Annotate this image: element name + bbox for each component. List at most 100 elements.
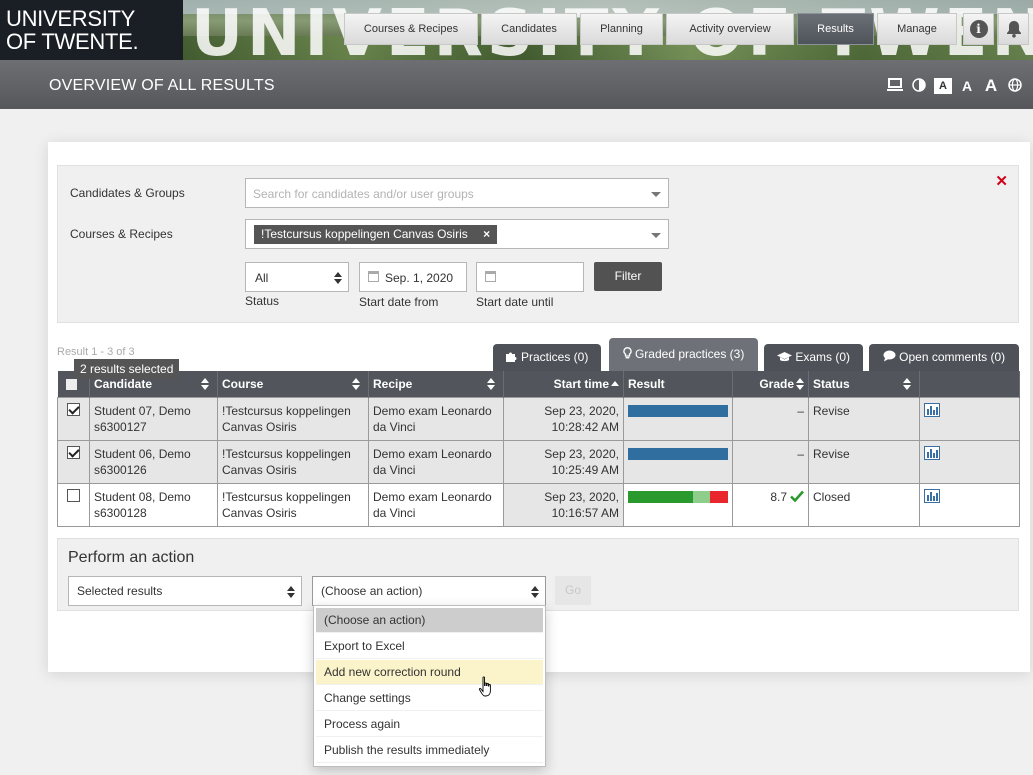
table-row[interactable]: Student 08, Demo s6300128 !Testcursus kop… [57, 482, 1020, 527]
start-date-from-input[interactable]: Sep. 1, 2020 [359, 262, 467, 292]
remove-tag-icon[interactable]: × [483, 227, 490, 241]
actions-cell [919, 439, 1020, 484]
row-checkbox[interactable] [67, 488, 80, 502]
sort-icon [487, 378, 495, 390]
candidates-label: Candidates & Groups [70, 186, 185, 200]
filter-button[interactable]: Filter [594, 262, 662, 291]
laptop-icon[interactable] [886, 78, 904, 94]
bar-chart-icon[interactable] [924, 445, 940, 460]
table-row[interactable]: Student 06, Demo s6300126 !Testcursus kop… [57, 439, 1020, 484]
start-date-until-input[interactable] [476, 262, 584, 292]
tab-practices[interactable]: Practices (0) [493, 344, 601, 371]
result-bar-segment [628, 447, 728, 460]
start-time-cell: Sep 23, 2020, 10:25:49 AM [503, 439, 624, 484]
nav-candidates[interactable]: Candidates [481, 13, 577, 45]
sort-icon [201, 378, 209, 390]
nav-manage[interactable]: Manage [877, 13, 957, 45]
sort-icon [903, 378, 911, 390]
scope-select[interactable]: Selected results [68, 576, 302, 606]
result-bar [628, 447, 728, 460]
courses-select-input[interactable]: !Testcursus koppelingen Canvas Osiris × [245, 219, 669, 249]
hand-cursor-icon [478, 676, 491, 697]
nav-activity-overview[interactable]: Activity overview [666, 13, 794, 45]
puzzle-icon [505, 352, 517, 362]
font-large-icon[interactable]: A [982, 77, 1000, 94]
status-value: All [255, 271, 269, 285]
course-cell: !Testcursus koppelingen Canvas Osiris [217, 396, 369, 441]
bar-chart-icon[interactable] [924, 488, 940, 503]
row-checkbox[interactable] [67, 402, 80, 416]
menu-item[interactable]: Publish the results immediately [316, 738, 543, 763]
grade-value: – [797, 403, 804, 418]
tab-graded-practices[interactable]: Graded practices (3) [609, 338, 758, 371]
menu-item[interactable]: Add new correction round [316, 660, 543, 685]
menu-item[interactable]: Process again [316, 712, 543, 737]
column-start-time-label: Start time [553, 376, 609, 391]
action-select[interactable]: (Choose an action) [312, 576, 546, 606]
result-bar [628, 490, 728, 503]
column-status[interactable]: Status [808, 371, 920, 397]
column-recipe[interactable]: Recipe [368, 371, 504, 397]
candidate-cell: Student 07, Demo s6300127 [89, 396, 218, 441]
results-table: Candidate Course Recipe Start time Resul… [57, 371, 1020, 527]
notifications-button[interactable] [998, 13, 1029, 45]
tab-exams[interactable]: Exams (0) [764, 344, 863, 371]
contrast-icon[interactable] [910, 78, 928, 94]
grade-value: – [797, 446, 804, 461]
column-start-time[interactable]: Start time [503, 371, 624, 397]
start-time: 10:16:57 AM [551, 505, 619, 520]
menu-item[interactable]: Export to Excel [316, 634, 543, 659]
recipe-cell: Demo exam Leonardo da Vinci [368, 396, 504, 441]
result-bar [628, 404, 728, 417]
start-time-cell: Sep 23, 2020, 10:28:42 AM [503, 396, 624, 441]
candidate-cell: Student 08, Demo s6300128 [89, 482, 218, 527]
font-small-icon[interactable]: A [934, 78, 952, 94]
sort-ascending-icon [611, 380, 619, 386]
menu-item[interactable]: (Choose an action) [316, 608, 543, 633]
column-status-label: Status [813, 376, 850, 391]
tab-graded-practices-label: Graded practices (3) [634, 347, 745, 361]
row-checkbox-cell[interactable] [57, 439, 90, 484]
info-button[interactable]: i [963, 13, 994, 45]
nav-courses-recipes[interactable]: Courses & Recipes [344, 13, 478, 45]
close-filter-icon[interactable]: ✕ [995, 172, 1008, 190]
candidates-search-input[interactable]: Search for candidates and/or user groups [245, 178, 669, 208]
status-cell: Revise [808, 439, 920, 484]
tab-open-comments[interactable]: Open comments (0) [869, 344, 1019, 371]
candidate-name: Student 06, Demo [94, 446, 191, 461]
grade-cell: – [732, 396, 809, 441]
action-title: Perform an action [68, 549, 195, 566]
row-checkbox-cell[interactable] [57, 482, 90, 527]
graduation-cap-icon [776, 352, 792, 362]
result-cell [623, 482, 733, 527]
course-tag-label: !Testcursus koppelingen Canvas Osiris [261, 227, 468, 241]
column-grade[interactable]: Grade [732, 371, 809, 397]
menu-item[interactable]: Change settings [316, 686, 543, 711]
bar-chart-icon[interactable] [924, 402, 940, 417]
university-logo[interactable]: UNIVERSITY OF TWENTE. [0, 0, 183, 60]
result-bar-segment [628, 490, 693, 503]
globe-icon[interactable] [1006, 78, 1024, 94]
column-actions [919, 371, 1020, 397]
row-checkbox-cell[interactable] [57, 396, 90, 441]
column-course[interactable]: Course [217, 371, 369, 397]
table-row[interactable]: Student 07, Demo s6300127 !Testcursus kop… [57, 396, 1020, 441]
info-icon: i [969, 20, 988, 38]
nav-results[interactable]: Results [797, 13, 874, 45]
go-button[interactable]: Go [555, 576, 591, 605]
course-tag: !Testcursus koppelingen Canvas Osiris × [254, 225, 498, 244]
column-recipe-label: Recipe [373, 376, 413, 391]
start-time-cell: Sep 23, 2020, 10:16:57 AM [503, 482, 624, 527]
nav-planning[interactable]: Planning [580, 13, 663, 45]
action-dropdown-menu: (Choose an action) Export to Excel Add new… [313, 605, 546, 767]
status-select[interactable]: All [245, 262, 349, 292]
results-panel: ✕ Candidates & Groups Search for candida… [48, 142, 1030, 672]
status-cell: Revise [808, 396, 920, 441]
status-cell: Closed [808, 482, 920, 527]
result-cell [623, 396, 733, 441]
row-checkbox[interactable] [67, 445, 80, 459]
selected-count-tooltip: 2 results selected [74, 359, 180, 379]
start-date-from-label: Start date from [359, 295, 439, 309]
start-date: Sep 23, 2020, [544, 446, 619, 461]
font-medium-icon[interactable]: A [958, 78, 976, 94]
